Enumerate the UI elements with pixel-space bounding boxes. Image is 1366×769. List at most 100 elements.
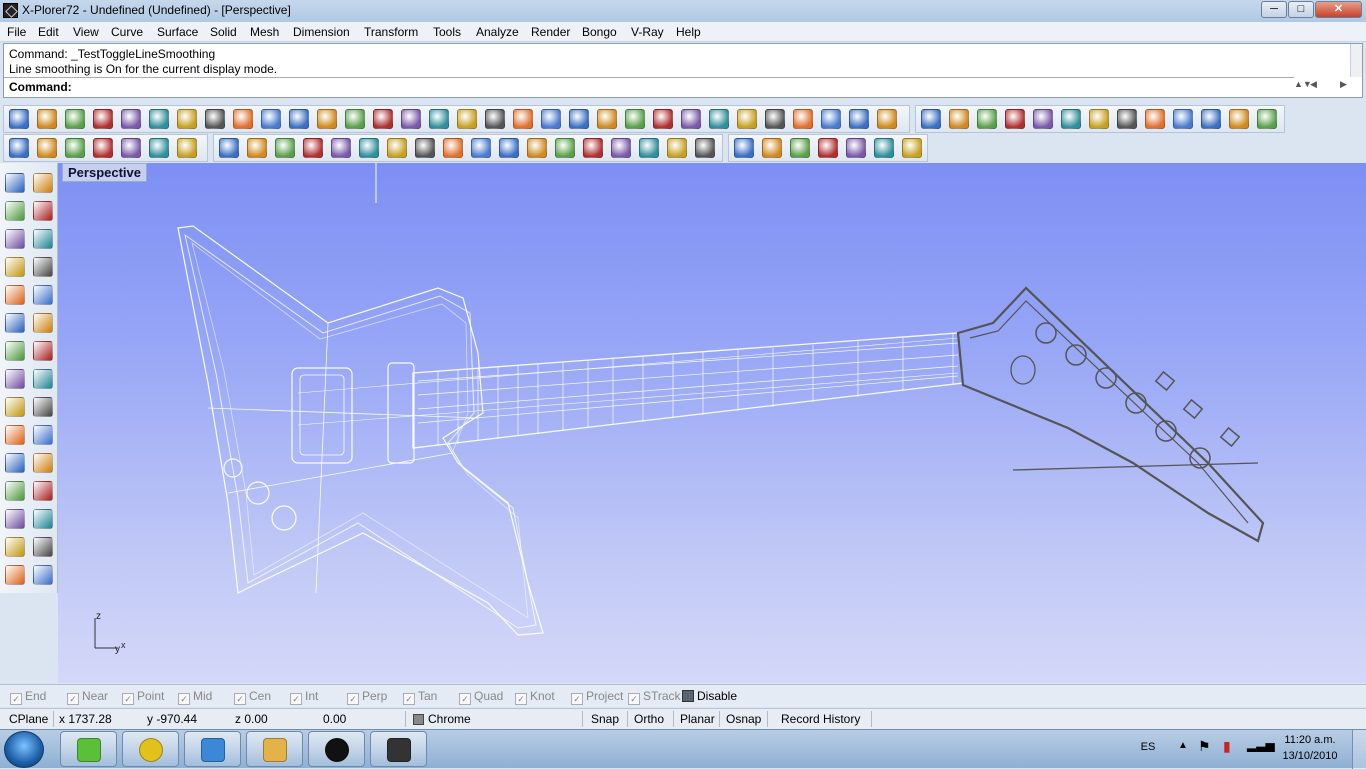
maximize-button[interactable]: □ <box>1288 1 1314 18</box>
checkbox-icon[interactable]: ✓ <box>290 693 302 705</box>
osnap-cen[interactable]: ✓ Cen <box>234 689 271 705</box>
join-icon[interactable] <box>5 453 25 473</box>
stopwatch-icon[interactable] <box>734 138 754 158</box>
zoom-window-icon[interactable] <box>345 109 365 129</box>
print-icon[interactable] <box>93 109 113 129</box>
language-indicator[interactable]: ES <box>1128 741 1168 753</box>
menu-analyze[interactable]: Analyze <box>476 25 519 39</box>
video-camera-icon[interactable] <box>846 138 866 158</box>
box-solid-icon[interactable] <box>5 341 25 361</box>
snap-cube-icon[interactable] <box>93 138 113 158</box>
osnap-strack[interactable]: ✓ STrack <box>628 689 681 705</box>
circle-icon[interactable] <box>303 138 323 158</box>
rotate-view-icon[interactable] <box>289 109 309 129</box>
angle-icon[interactable] <box>527 138 547 158</box>
menu-dimension[interactable]: Dimension <box>293 25 350 39</box>
checkbox-icon[interactable]: ✓ <box>178 693 190 705</box>
menu-file[interactable]: File <box>7 25 26 39</box>
snap-toggle[interactable]: Snap <box>591 712 619 726</box>
scroll-left-icon[interactable]: ◀ <box>1310 79 1317 90</box>
grid-icon[interactable] <box>569 109 589 129</box>
osnap-tan[interactable]: ✓ Tan <box>403 689 437 705</box>
mesh-icon[interactable] <box>33 369 53 389</box>
options-gear-icon[interactable] <box>821 109 841 129</box>
zoom-selected-icon[interactable] <box>401 109 421 129</box>
snap-near-icon[interactable] <box>37 138 57 158</box>
minimize-button[interactable]: ─ <box>1261 1 1287 18</box>
app-icon[interactable] <box>3 3 18 18</box>
users-app-taskbar-button[interactable] <box>60 731 117 767</box>
extend-icon[interactable] <box>33 481 53 501</box>
help-icon[interactable] <box>1257 109 1277 129</box>
fold-icon[interactable] <box>1145 109 1165 129</box>
open-file-icon[interactable] <box>37 109 57 129</box>
osnap-int[interactable]: ✓ Int <box>290 689 318 705</box>
checkbox-icon[interactable] <box>682 690 694 702</box>
help-icon[interactable] <box>902 138 922 158</box>
osnap-near[interactable]: ✓ Near <box>67 689 108 705</box>
checkbox-icon[interactable]: ✓ <box>628 693 640 705</box>
sphere-icon[interactable] <box>1089 109 1109 129</box>
curve-icon[interactable] <box>33 201 53 221</box>
scale-icon[interactable] <box>33 509 53 529</box>
ortho-toggle[interactable]: Ortho <box>634 712 664 726</box>
explorer-folder-taskbar-button[interactable] <box>246 731 303 767</box>
checkbox-icon[interactable]: ✓ <box>234 693 246 705</box>
tree-icon[interactable] <box>762 138 782 158</box>
offset-icon[interactable] <box>5 481 25 501</box>
zoom-dynamic-icon[interactable] <box>317 109 337 129</box>
select-arrow-icon[interactable] <box>5 173 25 193</box>
menu-bongo[interactable]: Bongo <box>582 25 617 39</box>
save-icon[interactable] <box>65 109 85 129</box>
menu-curve[interactable]: Curve <box>111 25 143 39</box>
line-icon[interactable] <box>667 138 687 158</box>
flag-icon[interactable] <box>793 109 813 129</box>
cylinder-icon[interactable] <box>5 369 25 389</box>
cut-icon[interactable] <box>149 109 169 129</box>
checkbox-icon[interactable]: ✓ <box>67 693 79 705</box>
perspective-viewport[interactable]: Perspective z y x <box>58 163 1366 683</box>
render-mesh-icon[interactable] <box>737 109 757 129</box>
osnap-mid[interactable]: ✓ Mid <box>178 689 212 705</box>
point-icon[interactable] <box>33 173 53 193</box>
edit-icon[interactable] <box>1061 109 1081 129</box>
close-button[interactable]: ✕ <box>1315 1 1362 18</box>
pan-icon[interactable] <box>261 109 281 129</box>
scroll-right-icon[interactable]: ▶ <box>1340 79 1347 90</box>
hourglass-icon[interactable] <box>499 138 519 158</box>
refresh-icon[interactable] <box>921 109 941 129</box>
split-icon[interactable] <box>33 425 53 445</box>
start-button[interactable] <box>4 731 44 768</box>
list-icon[interactable] <box>415 138 435 158</box>
snap-tag-icon[interactable] <box>149 138 169 158</box>
lock-icon[interactable] <box>625 109 645 129</box>
snap-mid-icon[interactable] <box>65 138 85 158</box>
osnap-end[interactable]: ✓ End <box>10 689 46 705</box>
checkbox-icon[interactable]: ✓ <box>122 693 134 705</box>
boolean-icon[interactable] <box>33 397 53 417</box>
array-icon[interactable] <box>5 537 25 557</box>
menu-surface[interactable]: Surface <box>157 25 198 39</box>
menu-tools[interactable]: Tools <box>433 25 461 39</box>
paste-icon[interactable] <box>205 109 225 129</box>
show-desktop-button[interactable] <box>1352 730 1366 769</box>
tray-expand-icon[interactable]: ▲ <box>1178 740 1188 751</box>
dimension-icon[interactable] <box>1117 109 1137 129</box>
record-history-toggle[interactable]: Record History <box>781 712 860 726</box>
snap-star-icon[interactable] <box>121 138 141 158</box>
menu-help[interactable]: Help <box>676 25 701 39</box>
help-icon[interactable] <box>877 109 897 129</box>
select-points-icon[interactable] <box>541 109 561 129</box>
clock-icon[interactable] <box>443 138 463 158</box>
new-file-icon[interactable] <box>9 109 29 129</box>
loft-icon[interactable] <box>33 313 53 333</box>
solid-cube-icon[interactable] <box>5 565 25 585</box>
triangle-icon[interactable] <box>695 138 715 158</box>
menu-edit[interactable]: Edit <box>38 25 59 39</box>
settings-icon[interactable] <box>977 109 997 129</box>
plane-icon[interactable] <box>1033 109 1053 129</box>
ellipse-icon[interactable] <box>33 229 53 249</box>
window-icon[interactable] <box>1229 109 1249 129</box>
rainbow-icon[interactable] <box>874 138 894 158</box>
zoom-extents-icon[interactable] <box>373 109 393 129</box>
